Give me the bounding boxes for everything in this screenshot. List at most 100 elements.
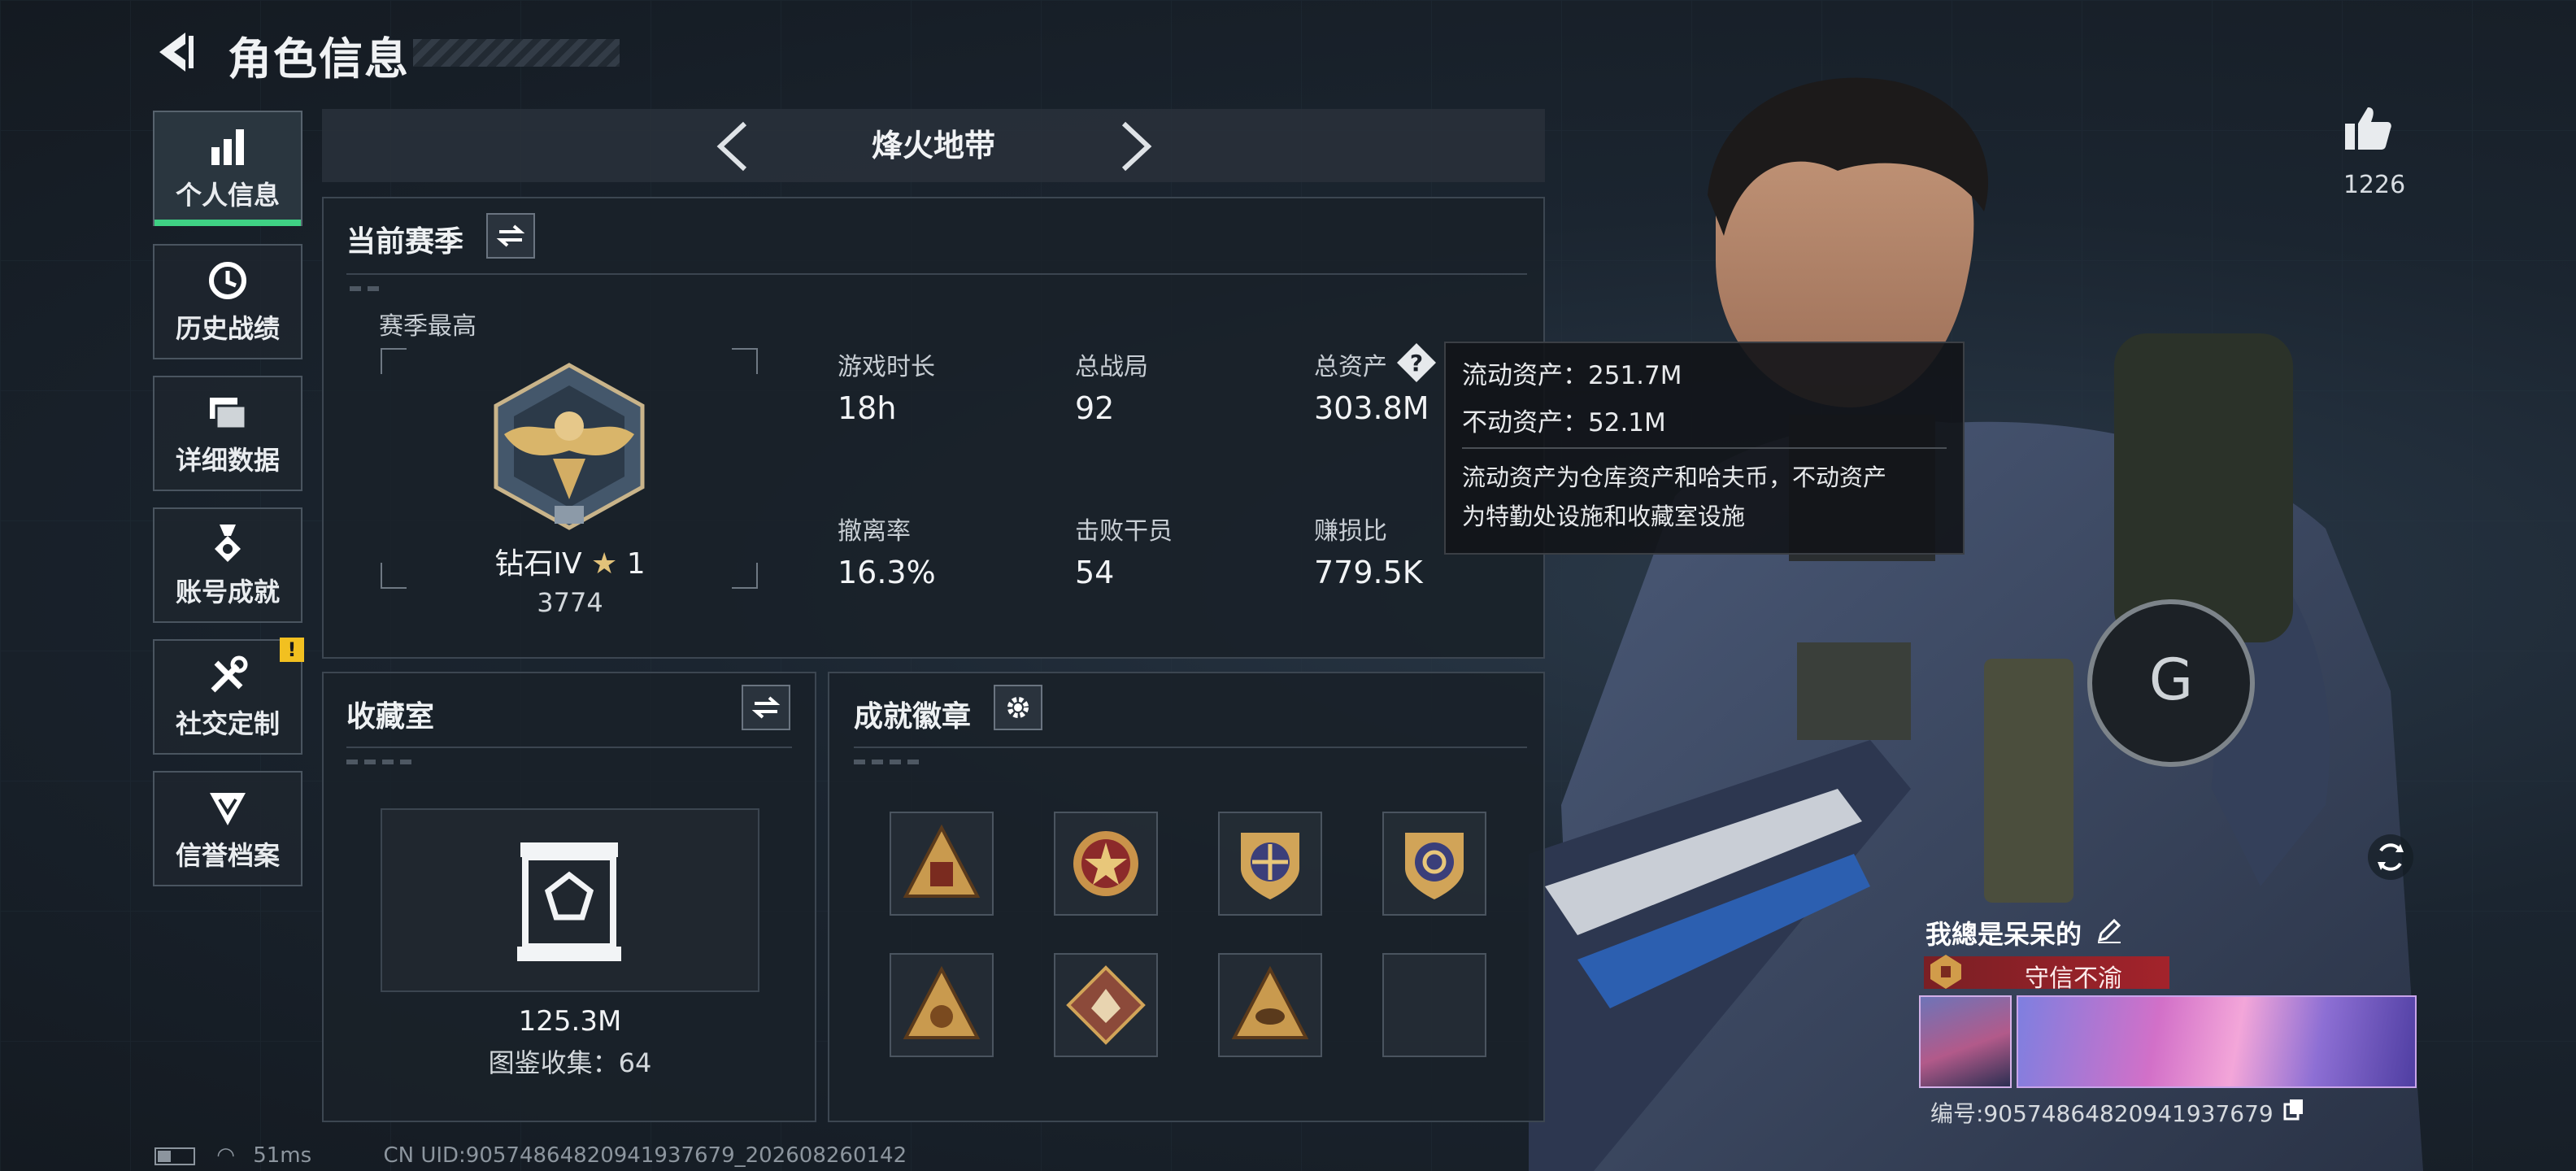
achievement-panel-title: 成就徽章 — [854, 700, 972, 734]
season-switch-button[interactable] — [486, 213, 535, 259]
wheel-shield-badge-icon — [1405, 833, 1464, 899]
tooltip-fixed-assets: 不动资产：52.1M — [1462, 408, 1666, 437]
page-title: 角色信息 — [228, 33, 410, 85]
svg-text:?: ? — [1410, 350, 1423, 377]
display-case-icon — [517, 842, 621, 961]
sidebar-item-label: 个人信息 — [175, 180, 280, 211]
sidebar-item-label: 信誉档案 — [175, 840, 280, 871]
achievement-badge-slot[interactable] — [1054, 812, 1158, 916]
back-arrow-icon[interactable] — [153, 28, 202, 76]
divider — [346, 747, 792, 748]
stat-label: 游戏时长 — [838, 353, 935, 381]
player-name: 我總是呆呆的 — [1925, 919, 2082, 950]
decorative-microtext — [346, 760, 411, 764]
decorative-microtext — [350, 286, 379, 291]
sidebar-item-social-custom[interactable]: 社交定制 ! — [153, 638, 304, 755]
season-panel-title: 当前赛季 — [346, 225, 464, 259]
notification-badge: ! — [280, 638, 304, 662]
sidebar-item-achievements[interactable]: 账号成就 — [153, 507, 302, 623]
like-count: 1226 — [2343, 171, 2406, 199]
achievement-badge-slot[interactable] — [1382, 812, 1486, 916]
battery-icon — [154, 1147, 195, 1165]
profile-banner[interactable] — [2017, 995, 2417, 1088]
rank-name-row: 钻石IV ★ 1 — [485, 540, 655, 582]
svg-text:G: G — [2149, 646, 2193, 713]
achievement-badge-slot[interactable] — [1218, 812, 1322, 916]
stat-label: 赚损比 — [1314, 517, 1387, 546]
collection-showcase[interactable] — [381, 808, 759, 992]
rank-stars: 1 — [626, 547, 646, 581]
stat-value: 16.3% — [838, 555, 936, 590]
decorative-microtext — [854, 760, 919, 764]
collection-switch-button[interactable] — [742, 685, 790, 730]
achievement-settings-button[interactable] — [994, 685, 1042, 730]
rank-name: 钻石IV — [494, 547, 582, 581]
title-decoration — [413, 39, 620, 67]
sidebar-item-label: 历史战绩 — [175, 313, 280, 344]
tools-icon — [211, 655, 248, 693]
stat-value: 779.5K — [1314, 555, 1423, 590]
help-icon[interactable]: ? — [1395, 342, 1438, 384]
swap-icon — [496, 224, 525, 247]
stat-value: 18h — [838, 390, 897, 426]
sidebar-item-credit-record[interactable]: 信誉档案 — [153, 771, 302, 886]
divider — [854, 747, 1527, 748]
avatar[interactable] — [1919, 995, 2012, 1088]
frame-corner — [381, 563, 407, 589]
stat-value: 303.8M — [1314, 390, 1429, 426]
bar-chart-icon — [211, 129, 244, 165]
rotate-model-icon[interactable] — [2368, 834, 2413, 880]
frame-corner — [732, 563, 758, 589]
achievement-badge-slot[interactable] — [890, 953, 994, 1057]
player-id: 编号:90574864820941937679 — [1930, 1100, 2274, 1127]
wolf-diamond-badge-icon — [1066, 965, 1146, 1045]
achievement-badge-slot[interactable] — [1218, 953, 1322, 1057]
edit-pencil-icon[interactable] — [2095, 916, 2124, 945]
divider — [1462, 447, 1947, 449]
credit-shield-icon — [210, 793, 246, 825]
sidebar-item-label: 账号成就 — [175, 577, 280, 607]
thumbs-up-icon[interactable] — [2342, 102, 2394, 155]
achievement-badge-slot-empty[interactable] — [1382, 953, 1486, 1057]
sidebar-item-personal-info[interactable]: 个人信息 — [153, 111, 302, 226]
stat-value: 92 — [1075, 390, 1115, 426]
ping-value: 51ms — [253, 1143, 312, 1168]
stat-label: 总资产 — [1314, 353, 1387, 381]
stat-label: 击败干员 — [1075, 517, 1173, 546]
divider — [346, 273, 1527, 275]
player-title-text: 守信不渝 — [2025, 964, 2122, 993]
sidebar-item-detailed-data[interactable]: 详细数据 — [153, 376, 302, 491]
season-best-label: 赛季最高 — [379, 312, 476, 341]
gear-icon — [1007, 697, 1029, 718]
gold-triangle-badge-icon — [903, 824, 981, 898]
medal-icon — [215, 525, 241, 562]
collection-panel-title: 收藏室 — [346, 700, 435, 734]
eye-triangle-badge-icon — [1231, 965, 1309, 1039]
sidebar-item-history[interactable]: 历史战绩 — [153, 244, 302, 359]
uid-footer: CN UID:90574864820941937679_202608260142 — [383, 1143, 907, 1168]
asset-tooltip: 流动资产：251.7M 不动资产：52.1M 流动资产为仓库资产和哈夫币，不动资… — [1444, 342, 1965, 555]
stat-label: 撤离率 — [838, 517, 911, 546]
rank-points: 3774 — [537, 587, 603, 618]
collection-value: 125.3M — [518, 1005, 622, 1038]
swap-icon — [751, 696, 781, 719]
rank-emblem-icon — [494, 363, 645, 530]
tooltip-liquid-assets: 流动资产：251.7M — [1462, 361, 1682, 390]
frame-corner — [381, 348, 407, 374]
achievement-badge-slot[interactable] — [1054, 953, 1158, 1057]
achievement-badge-slot[interactable] — [890, 812, 994, 916]
stat-value: 54 — [1075, 555, 1115, 590]
title-emblem-icon — [1930, 955, 1961, 989]
history-clock-icon — [209, 262, 246, 299]
star-icon: ★ — [591, 547, 618, 581]
stat-label: 总战局 — [1075, 353, 1148, 381]
sidebar-item-label: 详细数据 — [175, 445, 280, 476]
tooltip-description: 流动资产为仓库资产和哈夫币，不动资产 — [1462, 464, 1887, 491]
prev-mode-arrow-icon[interactable] — [709, 117, 758, 176]
mode-title: 烽火地带 — [871, 128, 995, 163]
next-mode-arrow-icon[interactable] — [1111, 117, 1160, 176]
copy-icon[interactable] — [2282, 1098, 2306, 1122]
frame-corner — [732, 348, 758, 374]
status-bar: ◠ 51ms CN UID:90574864820941937679_20260… — [154, 1143, 907, 1168]
star-medal-badge-icon — [1073, 831, 1138, 896]
